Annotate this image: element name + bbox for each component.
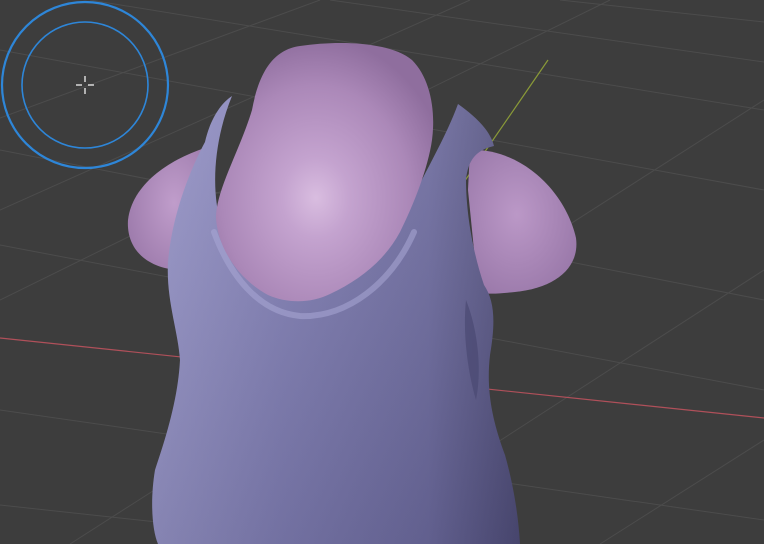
crosshair-icon [76,76,94,94]
3d-viewport[interactable] [0,0,764,544]
brush-radius-circle-icon [0,0,170,170]
right-arm-mesh [468,149,577,294]
